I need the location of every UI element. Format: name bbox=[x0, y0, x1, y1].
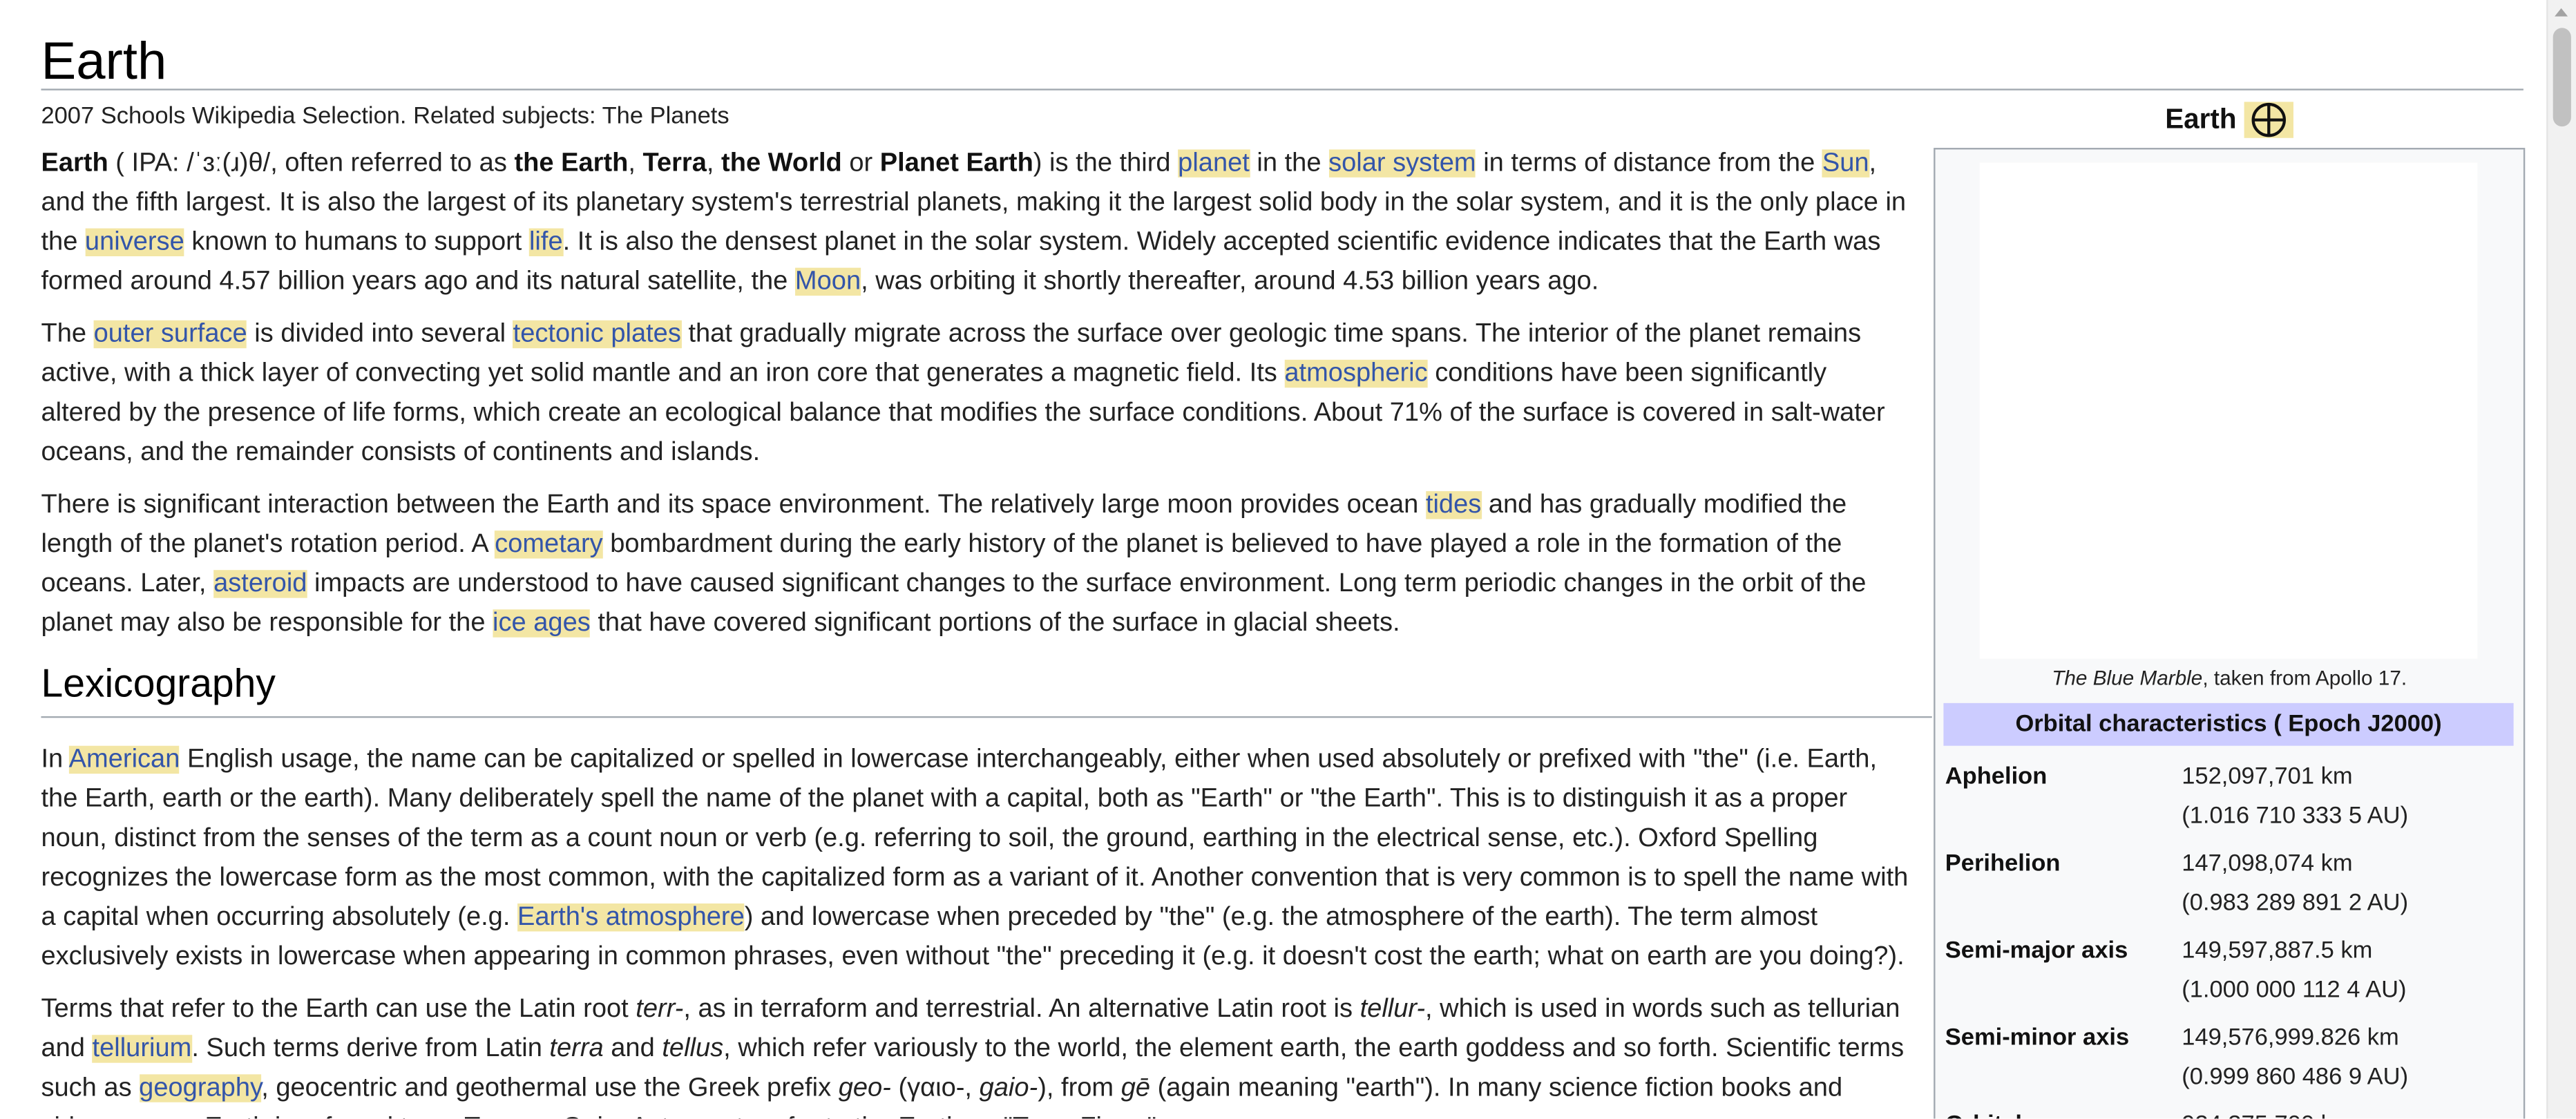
title-divider bbox=[41, 88, 2523, 90]
link-ice-ages[interactable]: ice ages bbox=[493, 609, 591, 638]
scrollbar-thumb[interactable] bbox=[2553, 28, 2571, 127]
text: in terms of distance from the bbox=[1476, 149, 1822, 178]
value-km: 152,097,701 km bbox=[2182, 763, 2353, 790]
text: The bbox=[41, 320, 94, 349]
text: , was orbiting it shortly thereafter, ar… bbox=[861, 267, 1599, 296]
table-row: Aphelion 152,097,701 km (1.016 710 333 5 … bbox=[1945, 757, 2512, 836]
italic-term: geo- bbox=[838, 1074, 891, 1102]
infobox-caption: Earth bbox=[1934, 99, 2525, 142]
link-solar-system[interactable]: solar system bbox=[1328, 149, 1476, 178]
text: Terms that refer to the Earth can use th… bbox=[41, 995, 636, 1024]
link-outer-surface[interactable]: outer surface bbox=[93, 320, 247, 349]
bold-term: Earth bbox=[41, 149, 108, 178]
lexicography-paragraph-1: In American English usage, the name can … bbox=[41, 741, 1910, 977]
text: , bbox=[706, 149, 722, 178]
value-km: 149,576,999.826 km bbox=[2182, 1024, 2399, 1052]
row-label: Semi-major axis bbox=[1945, 937, 2128, 964]
italic-term: gē bbox=[1120, 1074, 1151, 1102]
earth-symbol-icon[interactable] bbox=[2244, 101, 2294, 137]
bold-term: the World bbox=[721, 149, 842, 178]
row-value: 149,597,887.5 km (1.000 000 112 4 AU) bbox=[2182, 931, 2512, 1010]
link-american[interactable]: American bbox=[68, 745, 180, 774]
row-value: 152,097,701 km (1.016 710 333 5 AU) bbox=[2182, 757, 2512, 836]
text: ( IPA: /ˈɜː(ɹ)θ/, often referred to as bbox=[108, 149, 515, 178]
link-sun[interactable]: Sun bbox=[1822, 149, 1869, 178]
link-tides[interactable]: tides bbox=[1425, 491, 1482, 519]
bold-term: Terra bbox=[642, 149, 707, 178]
value-km: 924,375,700 km bbox=[2182, 1106, 2512, 1119]
italic-term: terra bbox=[549, 1035, 604, 1063]
italic-term: terr- bbox=[636, 995, 684, 1024]
link-planet[interactable]: planet bbox=[1178, 149, 1250, 178]
row-label: Perihelion bbox=[1945, 850, 2061, 877]
link-geography[interactable]: geography bbox=[139, 1074, 261, 1102]
text: , geocentric and geothermal use the Gree… bbox=[261, 1074, 839, 1102]
link-atmospheric[interactable]: atmospheric bbox=[1284, 359, 1428, 388]
row-label: Aphelion bbox=[1945, 763, 2048, 790]
link-asteroid[interactable]: asteroid bbox=[213, 570, 307, 598]
page-subtitle: 2007 Schools Wikipedia Selection. Relate… bbox=[41, 103, 729, 130]
link-earths-atmosphere[interactable]: Earth's atmosphere bbox=[517, 903, 745, 931]
page-title: Earth bbox=[41, 31, 167, 90]
bold-term: the Earth bbox=[514, 149, 629, 178]
blue-marble-image[interactable] bbox=[1979, 162, 2478, 659]
text: (γαιο-, bbox=[890, 1074, 980, 1102]
table-row: Semi-minor axis 149,576,999.826 km (0.999… bbox=[1945, 1018, 2512, 1097]
image-caption-title: The Blue Marble bbox=[2052, 667, 2203, 690]
lexicography-paragraph-2: Terms that refer to the Earth can use th… bbox=[41, 991, 1910, 1118]
text: , as in terraform and terrestrial. An al… bbox=[683, 995, 1360, 1024]
orbital-table: Aphelion 152,097,701 km (1.016 710 333 5 … bbox=[1945, 757, 2512, 1119]
link-tellurium[interactable]: tellurium bbox=[93, 1035, 192, 1063]
text: , bbox=[628, 149, 643, 178]
value-km: 149,597,887.5 km bbox=[2182, 937, 2373, 964]
row-value: 924,375,700 km bbox=[2182, 1106, 2512, 1119]
vertical-scrollbar[interactable] bbox=[2546, 0, 2576, 1119]
text: ) is the third bbox=[1033, 149, 1179, 178]
value-km: 147,098,074 km bbox=[2182, 850, 2353, 877]
row-value: 149,576,999.826 km (0.999 860 486 9 AU) bbox=[2182, 1018, 2512, 1097]
article-body: Earth ( IPA: /ˈɜː(ɹ)θ/, often referred t… bbox=[41, 144, 1932, 1119]
text: known to humans to support bbox=[184, 228, 529, 256]
value-au: (1.016 710 333 5 AU) bbox=[2182, 803, 2409, 830]
value-au: (0.983 289 891 2 AU) bbox=[2182, 890, 2409, 917]
image-caption-text: , taken from Apollo 17. bbox=[2202, 667, 2407, 690]
text: In bbox=[41, 745, 69, 774]
infobox: The Blue Marble, taken from Apollo 17. O… bbox=[1934, 148, 2526, 1119]
table-row: Orbital 924,375,700 km bbox=[1945, 1106, 2512, 1119]
table-row: Perihelion 147,098,074 km (0.983 289 891 … bbox=[1945, 844, 2512, 923]
page: Earth 2007 Schools Wikipedia Selection. … bbox=[0, 0, 2576, 1119]
infobox-title: Earth bbox=[2165, 103, 2237, 135]
row-value: 147,098,074 km (0.983 289 891 2 AU) bbox=[2182, 844, 2512, 923]
intro-paragraph-2: The outer surface is divided into severa… bbox=[41, 316, 1910, 473]
link-universe[interactable]: universe bbox=[85, 228, 184, 256]
link-moon[interactable]: Moon bbox=[794, 267, 861, 296]
text: that have covered significant portions o… bbox=[590, 609, 1400, 638]
text: or bbox=[841, 149, 880, 178]
scroll-up-arrow-icon[interactable] bbox=[2555, 8, 2568, 17]
intro-paragraph-3: There is significant interaction between… bbox=[41, 486, 1910, 644]
italic-term: tellus bbox=[662, 1035, 724, 1063]
image-caption: The Blue Marble, taken from Apollo 17. bbox=[1936, 665, 2523, 691]
link-life[interactable]: life bbox=[528, 228, 563, 256]
bold-term: Planet Earth bbox=[879, 149, 1033, 178]
text: . Such terms derive from Latin bbox=[191, 1035, 550, 1063]
text: is divided into several bbox=[247, 320, 513, 349]
link-tectonic-plates[interactable]: tectonic plates bbox=[513, 320, 681, 349]
intro-paragraph-1: Earth ( IPA: /ˈɜː(ɹ)θ/, often referred t… bbox=[41, 144, 1910, 302]
text: in the bbox=[1249, 149, 1329, 178]
text: ), from bbox=[1038, 1074, 1121, 1102]
value-au: (0.999 860 486 9 AU) bbox=[2182, 1064, 2409, 1091]
section-divider bbox=[41, 716, 1932, 718]
link-cometary[interactable]: cometary bbox=[495, 530, 603, 559]
table-row: Semi-major axis 149,597,887.5 km (1.000 0… bbox=[1945, 931, 2512, 1010]
text: and bbox=[603, 1035, 662, 1063]
row-label: Semi-minor axis bbox=[1945, 1024, 2130, 1052]
value-au: (1.000 000 112 4 AU) bbox=[2182, 977, 2407, 1004]
text: There is significant interaction between… bbox=[41, 491, 1426, 519]
orbital-characteristics-header: Orbital characteristics ( Epoch J2000) bbox=[1943, 702, 2514, 746]
italic-term: tellur- bbox=[1359, 995, 1426, 1024]
italic-term: gaio- bbox=[979, 1074, 1038, 1102]
row-label: Orbital bbox=[1945, 1106, 2182, 1119]
section-heading-lexicography: Lexicography bbox=[41, 662, 276, 707]
